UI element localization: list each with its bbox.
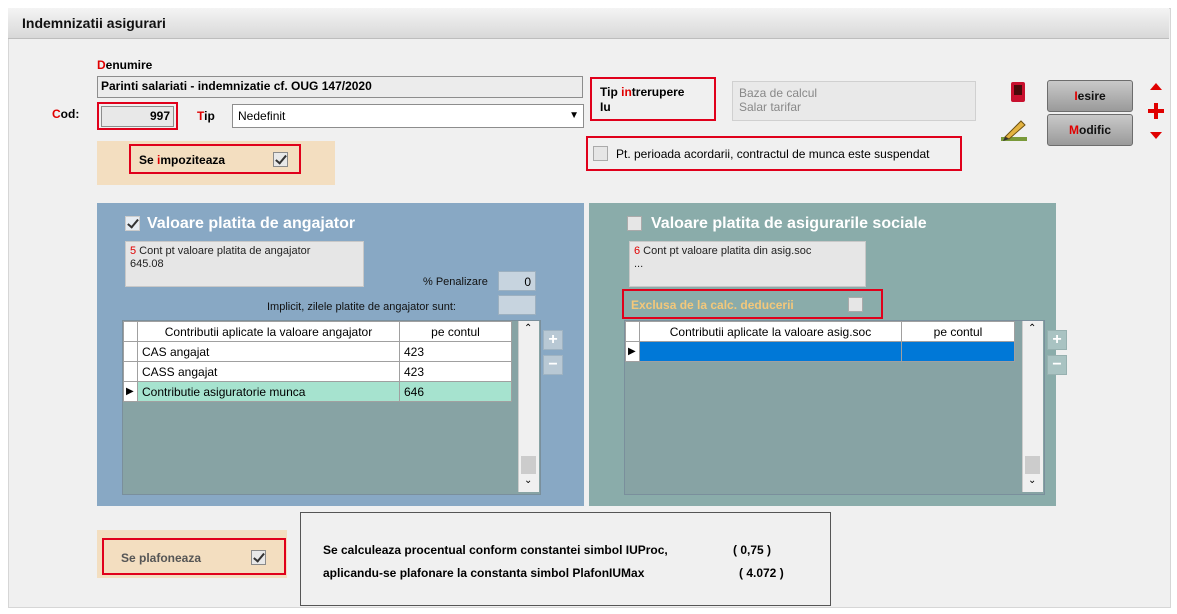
arrow-down-icon[interactable] [1150, 132, 1162, 139]
asig-soc-checkbox[interactable] [627, 216, 642, 231]
angajator-title: Valoare platita de angajator [147, 215, 356, 232]
exit-door-icon[interactable] [1011, 82, 1025, 102]
asig-soc-scrollbar[interactable]: ⌃ ⌄ [1022, 321, 1043, 492]
angajator-scrollbar[interactable]: ⌃ ⌄ [518, 321, 539, 492]
info-line2: aplicandu-se plafonare la constanta simb… [323, 566, 645, 580]
row-pointer-icon: ▶ [625, 341, 640, 362]
chevron-down-icon[interactable]: ▼ [569, 110, 579, 121]
window-title: Indemnizatii asigurari [22, 15, 166, 31]
col-contributii-asig[interactable]: Contributii aplicate la valoare asig.soc [639, 321, 902, 342]
angajator-checkbox[interactable] [125, 216, 140, 231]
exclusa-checkbox[interactable] [848, 297, 863, 312]
tip-label: Tip [197, 109, 215, 123]
angajator-cont-box[interactable]: 5 Cont pt valoare platita de angajator 6… [125, 241, 364, 287]
grid-corner [625, 321, 640, 342]
denumire-label: Denumire [97, 58, 153, 72]
denumire-value: Parinti salariati - indemnizatie cf. OUG… [101, 79, 372, 93]
cod-field[interactable]: 997 [101, 106, 174, 127]
info-val2: ( 4.072 ) [739, 566, 784, 580]
table-row-selected[interactable]: ▶ Contributie asiguratorie munca 646 [123, 381, 512, 402]
title-bar: Indemnizatii asigurari [8, 8, 1169, 39]
asig-soc-cont-box[interactable]: 6 Cont pt valoare platita din asig.soc .… [629, 241, 866, 287]
baza-calcul-text: Baza de calcul Salar tarifar [739, 86, 818, 114]
scroll-thumb[interactable] [1025, 456, 1040, 474]
baza-calcul-box: Baza de calcul Salar tarifar [732, 81, 976, 121]
add-row-button-asig[interactable]: + [1047, 330, 1067, 350]
suspendat-label: Pt. perioada acordarii, contractul de mu… [616, 147, 930, 161]
table-row[interactable]: CASS angajat 423 [123, 361, 512, 382]
row-pointer-icon: ▶ [123, 381, 138, 402]
se-impoziteaza-label: Se impoziteaza [139, 153, 226, 167]
remove-row-button-asig[interactable]: − [1047, 355, 1067, 375]
info-val1: ( 0,75 ) [733, 543, 772, 557]
info-line1: Se calculeaza procentual conform constan… [323, 543, 668, 557]
exclusa-label: Exclusa de la calc. deducerii [631, 298, 794, 312]
table-row[interactable]: CAS angajat 423 [123, 341, 512, 362]
scroll-up-icon[interactable]: ⌃ [524, 323, 532, 334]
col-pe-contul[interactable]: pe contul [399, 321, 512, 342]
table-row-empty[interactable]: ▶ [625, 341, 1015, 362]
angajator-grid: Contributii aplicate la valoare angajato… [122, 320, 541, 495]
se-impoziteaza-checkbox[interactable] [273, 152, 288, 167]
implicit-label: Implicit, zilele platite de angajator su… [267, 301, 456, 313]
suspendat-checkbox[interactable] [593, 146, 608, 161]
asig-soc-panel: Valoare platita de asigurarile sociale 6… [589, 203, 1067, 506]
penalizare-label: % Penalizare [423, 276, 488, 288]
exclusa-box[interactable]: Exclusa de la calc. deducerii [622, 289, 883, 319]
scroll-up-icon[interactable]: ⌃ [1028, 323, 1036, 334]
angajator-cont-value: 645.08 [130, 258, 164, 270]
plafonare-info-box: Se calculeaza procentual conform constan… [300, 512, 831, 606]
remove-row-button[interactable]: − [543, 355, 563, 375]
plus-icon[interactable] [1148, 103, 1164, 119]
penalizare-field[interactable]: 0 [498, 271, 536, 291]
tip-value: Nedefinit [238, 109, 286, 123]
se-impoziteaza-box[interactable]: Se impoziteaza [129, 144, 301, 174]
scroll-down-icon[interactable]: ⌄ [1028, 475, 1036, 486]
plafoneaza-box[interactable]: Se plafoneaza [102, 538, 286, 575]
angajator-panel: Valoare platita de angajator 5 Cont pt v… [97, 203, 584, 506]
col-contributii[interactable]: Contributii aplicate la valoare angajato… [137, 321, 400, 342]
grid-corner [123, 321, 138, 342]
cod-highlight: 997 [97, 102, 178, 130]
arrow-up-icon[interactable] [1150, 83, 1162, 90]
tip-intrerupere-box[interactable]: Tip intrerupere Iu [590, 77, 716, 121]
suspendat-box[interactable]: Pt. perioada acordarii, contractul de mu… [586, 136, 962, 171]
asig-soc-grid: Contributii aplicate la valoare asig.soc… [624, 320, 1045, 495]
scroll-down-icon[interactable]: ⌄ [524, 475, 532, 486]
plafoneaza-checkbox[interactable] [251, 550, 266, 565]
asig-soc-title: Valoare platita de asigurarile sociale [651, 215, 927, 232]
iesire-button[interactable]: Iesire [1047, 80, 1133, 112]
cod-label: Cod: [52, 107, 80, 121]
asig-soc-cont-value: ... [634, 258, 644, 270]
cod-value: 997 [149, 109, 170, 123]
scroll-thumb[interactable] [521, 456, 536, 474]
implicit-field[interactable] [498, 295, 536, 315]
pencil-edit-icon[interactable] [999, 117, 1029, 143]
plafoneaza-label: Se plafoneaza [121, 551, 202, 565]
denumire-field[interactable]: Parinti salariati - indemnizatie cf. OUG… [97, 76, 583, 98]
tip-select[interactable]: Nedefinit ▼ [232, 104, 584, 128]
col-pe-contul-asig[interactable]: pe contul [901, 321, 1015, 342]
modific-button[interactable]: Modific [1047, 114, 1133, 146]
tip-intrerupere-label: Tip intrerupere Iu [600, 85, 685, 114]
add-row-button[interactable]: + [543, 330, 563, 350]
